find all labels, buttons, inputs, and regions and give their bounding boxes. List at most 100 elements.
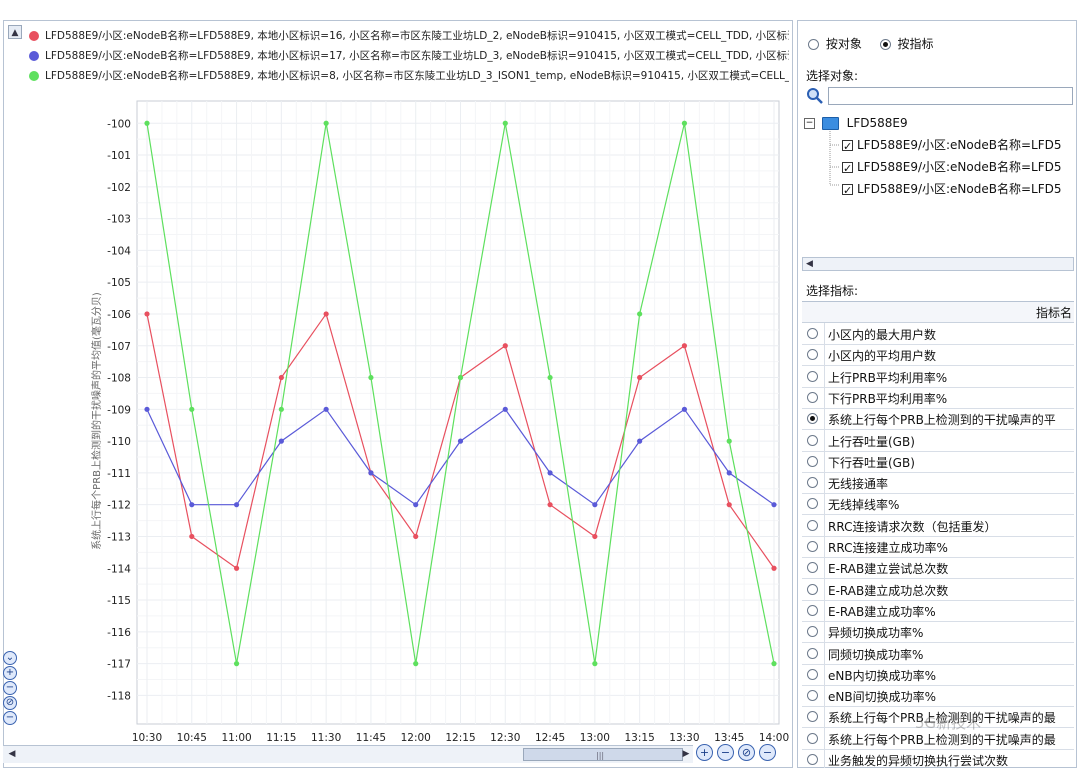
metric-row[interactable]: RRC连接请求次数（包括重发） — [802, 514, 1074, 537]
data-point — [502, 343, 508, 349]
metric-radio[interactable] — [807, 711, 818, 723]
metric-row[interactable]: 异频切换成功率% — [802, 621, 1074, 644]
y-tick-label: -111 — [107, 468, 131, 480]
data-point — [233, 661, 240, 667]
metric-label: 同频切换成功率% — [828, 647, 924, 662]
metric-label: RRC连接建立成功率% — [828, 541, 948, 555]
metric-radio[interactable] — [807, 391, 818, 403]
scroll-left-icon[interactable]: ◀ — [5, 748, 19, 761]
search-icon[interactable] — [806, 87, 824, 105]
tree-item-label: LFD588E9/小区:eNodeB名称=LFD5 — [857, 182, 1062, 196]
metric-radio-cell — [802, 493, 825, 515]
tree-root[interactable]: − LFD588E9 — [804, 113, 908, 133]
metric-row[interactable]: 系统上行每个PRB上检测到的干扰噪声的平 — [802, 408, 1074, 431]
zoom-reset-icon[interactable]: ⊘ — [738, 744, 755, 761]
chevron-down-icon[interactable]: ⌄ — [3, 651, 17, 665]
metric-label: E-RAB建立尝试总次数 — [828, 562, 949, 577]
metric-label: 无线接通率 — [828, 477, 889, 492]
scroll-left-icon[interactable]: ◀ — [806, 259, 813, 269]
metric-radio[interactable] — [807, 413, 818, 425]
x-tick-label: 10:45 — [177, 732, 207, 744]
metric-radio[interactable] — [807, 754, 818, 765]
tree-item-label: LFD588E9/小区:eNodeB名称=LFD5 — [857, 138, 1062, 152]
zoom-fit-icon[interactable]: − — [759, 744, 776, 761]
metric-row[interactable]: 无线接通率 — [802, 472, 1074, 495]
metric-radio-cell — [802, 450, 825, 472]
data-point — [189, 533, 195, 540]
search-input[interactable] — [828, 87, 1073, 105]
metric-radio[interactable] — [807, 647, 818, 659]
tree-item-checkbox[interactable] — [842, 137, 853, 157]
y-tick-label: -114 — [107, 563, 131, 575]
metric-radio[interactable] — [807, 349, 818, 361]
metric-row[interactable]: E-RAB建立成功总次数 — [802, 578, 1074, 601]
zoom-reset-icon[interactable]: ⊘ — [3, 696, 17, 710]
metric-row[interactable]: E-RAB建立成功率% — [802, 599, 1074, 622]
metric-radio[interactable] — [807, 583, 818, 595]
metric-radio[interactable] — [807, 732, 818, 744]
metric-row[interactable]: RRC连接建立成功率% — [802, 536, 1074, 558]
metric-radio[interactable] — [807, 626, 818, 638]
metric-row[interactable]: 同频切换成功率% — [802, 642, 1074, 665]
metric-radio[interactable] — [807, 519, 818, 531]
tree-item[interactable]: LFD588E9/小区:eNodeB名称=LFD5 — [842, 179, 1062, 201]
data-point — [771, 502, 777, 508]
selection-panel: 按对象 按指标 选择对象: − LFD588E9 LFD588E9/小区:eNo… — [797, 20, 1077, 768]
metric-radio[interactable] — [807, 668, 818, 680]
metric-row[interactable]: E-RAB建立尝试总次数 — [802, 557, 1074, 580]
tree-item[interactable]: LFD588E9/小区:eNodeB名称=LFD5 — [842, 135, 1062, 157]
data-point — [233, 502, 240, 508]
metric-row[interactable]: eNB内切换成功率% — [802, 663, 1074, 686]
horizontal-scrollbar[interactable]: ◀ ||| ▶ — [3, 745, 693, 763]
scroll-right-icon[interactable]: ▶ — [679, 748, 693, 761]
x-tick-label: 11:00 — [221, 732, 251, 744]
metric-row[interactable]: 小区内的平均用户数 — [802, 344, 1074, 367]
zoom-in-icon[interactable]: + — [3, 666, 17, 680]
metric-row[interactable]: 无线掉线率% — [802, 493, 1074, 516]
object-tree: − LFD588E9 LFD588E9/小区:eNodeB名称=LFD5 LFD… — [804, 113, 1076, 253]
zoom-in-icon[interactable]: + — [696, 744, 713, 761]
metric-row[interactable]: 业务触发的异频切换执行尝试次数 — [802, 749, 1074, 768]
y-tick-label: -118 — [107, 690, 131, 702]
zoom-fit-icon[interactable]: − — [3, 711, 17, 725]
metric-label: RRC连接请求次数（包括重发） — [828, 519, 997, 534]
metric-row[interactable]: 下行PRB平均利用率% — [802, 386, 1074, 409]
metric-radio[interactable] — [807, 604, 818, 616]
metric-radio[interactable] — [807, 498, 818, 510]
metric-row[interactable]: 小区内的最大用户数 — [802, 323, 1074, 345]
metric-radio[interactable] — [807, 455, 818, 467]
radio-by-object[interactable] — [808, 39, 819, 50]
zoom-out-icon[interactable]: − — [3, 681, 17, 695]
metric-row[interactable]: 下行吞吐量(GB) — [802, 450, 1074, 473]
tree-item-checkbox[interactable] — [842, 159, 853, 179]
x-tick-label: 12:30 — [490, 732, 520, 744]
metric-label: E-RAB建立成功总次数 — [828, 583, 949, 598]
metric-radio[interactable] — [807, 434, 818, 446]
data-point — [368, 374, 374, 381]
metric-radio-cell — [802, 621, 825, 643]
metric-radio-cell — [802, 642, 825, 664]
metric-radio[interactable] — [807, 541, 818, 552]
metric-radio[interactable] — [807, 690, 818, 702]
metric-radio[interactable] — [807, 370, 818, 382]
metric-label: eNB内切换成功率% — [828, 668, 936, 683]
zoom-out-icon[interactable]: − — [717, 744, 734, 761]
metric-row[interactable]: eNB间切换成功率% — [802, 685, 1074, 708]
y-tick-label: -107 — [107, 341, 131, 353]
metric-radio[interactable] — [807, 562, 818, 574]
metric-row[interactable]: 上行吞吐量(GB) — [802, 429, 1074, 452]
tree-scrollbar[interactable]: ◀ — [802, 257, 1074, 271]
metric-row[interactable]: 上行PRB平均利用率% — [802, 365, 1074, 388]
metric-radio[interactable] — [807, 477, 818, 489]
data-point — [637, 438, 643, 444]
radio-by-metric[interactable] — [879, 39, 891, 50]
collapse-icon[interactable]: − — [804, 118, 815, 129]
folder-icon — [821, 117, 839, 130]
select-object-label: 选择对象: — [806, 69, 859, 83]
tree-item[interactable]: LFD588E9/小区:eNodeB名称=LFD5 — [842, 157, 1062, 179]
data-point — [457, 438, 464, 444]
metric-radio-cell — [802, 514, 825, 536]
scroll-thumb[interactable]: ||| — [523, 748, 683, 761]
tree-item-checkbox[interactable] — [842, 181, 853, 201]
metric-radio[interactable] — [807, 328, 818, 339]
